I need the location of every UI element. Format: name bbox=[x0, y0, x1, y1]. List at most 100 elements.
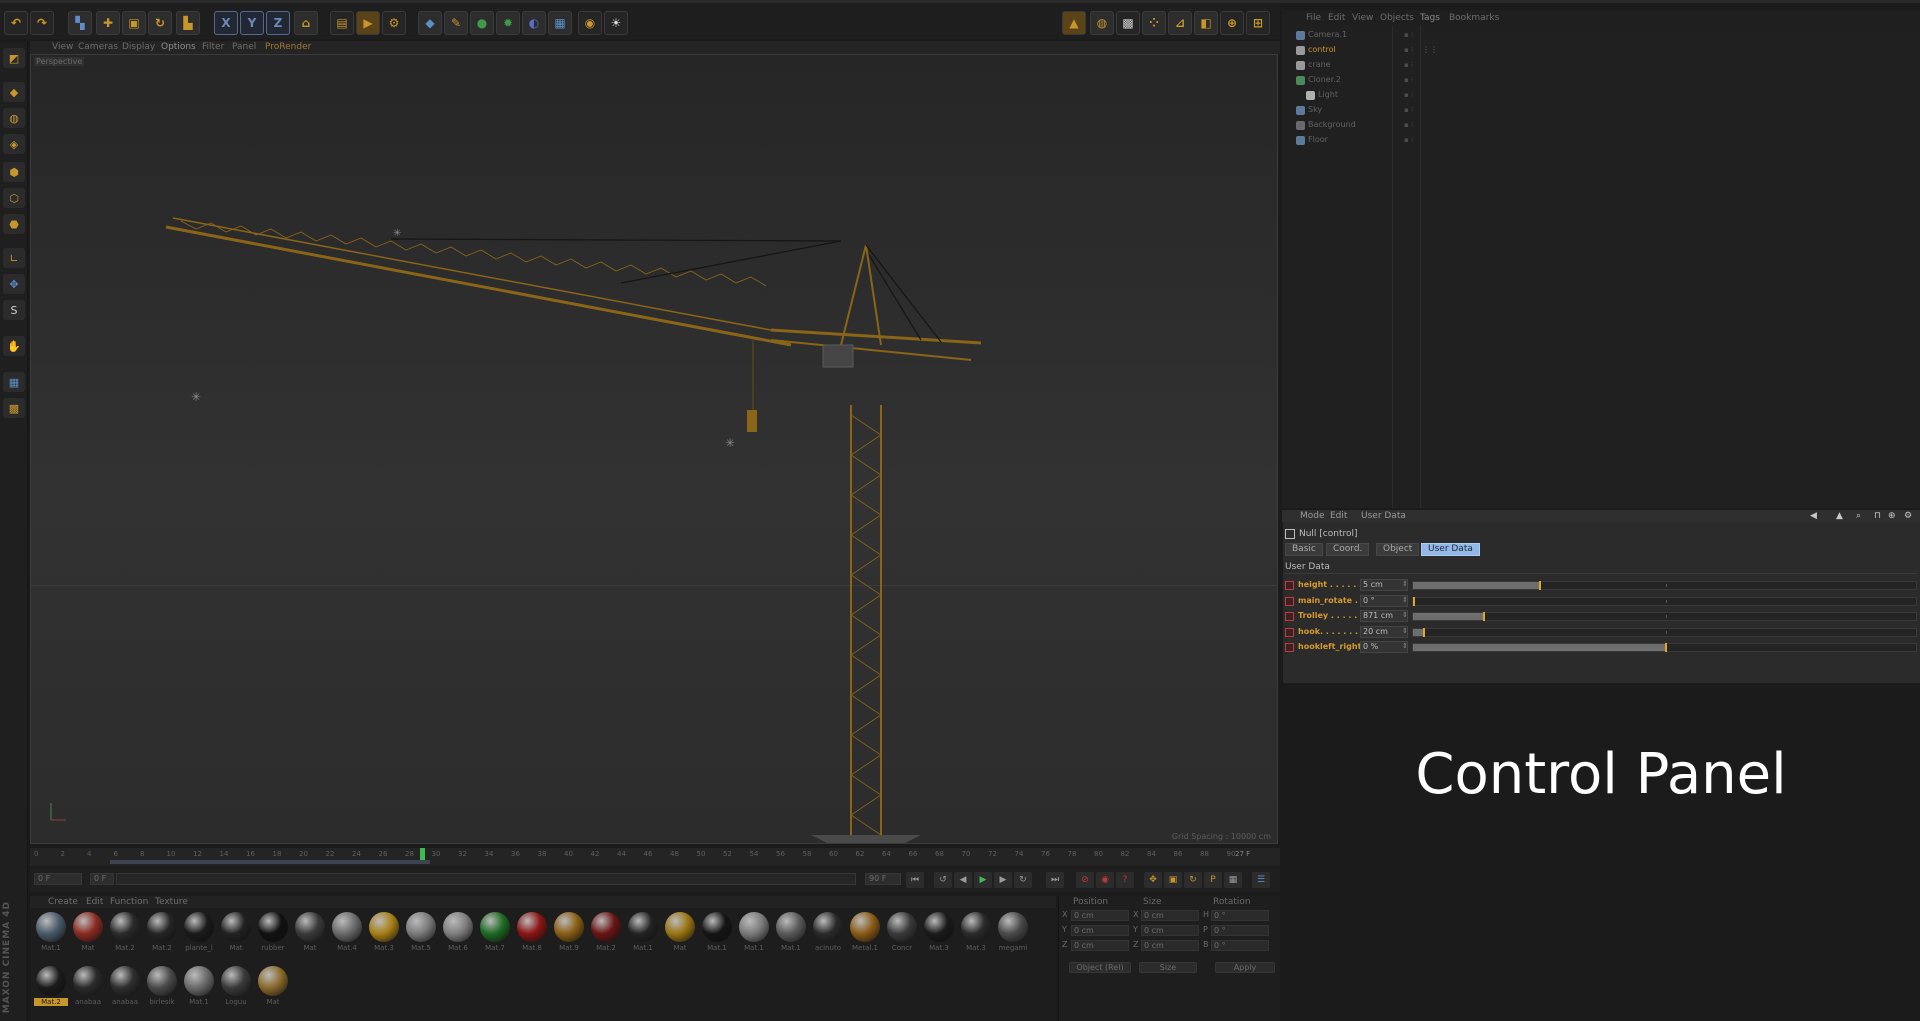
live-selection-icon[interactable]: ▚ bbox=[68, 11, 92, 35]
next-frame-icon[interactable]: ▶ bbox=[994, 872, 1012, 888]
slider-handle[interactable] bbox=[1413, 596, 1415, 606]
object-name[interactable]: Camera.1 bbox=[1308, 30, 1347, 39]
rotation-field[interactable]: 0 ° bbox=[1211, 940, 1269, 951]
autokey-icon[interactable]: ◉ bbox=[1096, 872, 1114, 888]
material-swatch[interactable]: Metal.1 bbox=[848, 912, 882, 958]
material-menu-texture[interactable]: Texture bbox=[155, 897, 188, 907]
apply-button[interactable]: Apply bbox=[1215, 962, 1275, 973]
prev-key-icon[interactable]: ↺ bbox=[934, 872, 952, 888]
object-name[interactable]: Sky bbox=[1308, 105, 1322, 114]
object-row[interactable]: Floor ▪ ⁝ bbox=[1294, 133, 1920, 147]
animate-parameter-icon[interactable] bbox=[1285, 596, 1294, 606]
search-icon[interactable]: ⌕ bbox=[1856, 511, 1861, 521]
user-data-value-field[interactable]: 0 ° bbox=[1360, 594, 1408, 607]
om-menu-objects[interactable]: Objects bbox=[1380, 13, 1414, 23]
record-icon[interactable]: ⊘ bbox=[1076, 872, 1094, 888]
tab-basic[interactable]: Basic bbox=[1285, 543, 1323, 556]
min-frame-field[interactable]: 0 F bbox=[90, 873, 114, 885]
lock-workplane-icon[interactable]: ▦ bbox=[3, 372, 25, 392]
preview-range-bar[interactable] bbox=[110, 860, 430, 864]
visibility-toggle-icon[interactable]: ▪ ⁝ bbox=[1404, 76, 1413, 84]
am-menu-user-data[interactable]: User Data bbox=[1361, 511, 1406, 521]
next-key-icon[interactable]: ↻ bbox=[1014, 872, 1032, 888]
am-menu-mode[interactable]: Mode bbox=[1300, 511, 1325, 521]
viewport-menu-view[interactable]: View bbox=[52, 42, 73, 52]
visibility-toggle-icon[interactable]: ▪ ⁝ bbox=[1404, 31, 1413, 39]
viewport-menu-filter[interactable]: Filter bbox=[202, 42, 224, 52]
om-menu-tags[interactable]: Tags bbox=[1420, 13, 1440, 23]
lock-icon[interactable]: ⊓ bbox=[1874, 511, 1881, 521]
tab-user-data[interactable]: User Data bbox=[1421, 543, 1480, 556]
material-swatch[interactable]: Mat.1 bbox=[774, 912, 808, 958]
z-axis-lock-button[interactable]: Z bbox=[266, 11, 290, 35]
object-name[interactable]: crane bbox=[1308, 60, 1331, 69]
user-data-value-field[interactable]: 20 cm bbox=[1360, 625, 1408, 638]
goto-end-icon[interactable]: ⏭ bbox=[1046, 872, 1064, 888]
material-swatch[interactable]: Mat.4 bbox=[330, 912, 364, 958]
material-swatch[interactable]: Mat.1 bbox=[700, 912, 734, 958]
coordinate-system-icon[interactable]: ⌂ bbox=[294, 11, 318, 35]
material-swatch[interactable]: Mat bbox=[71, 912, 105, 958]
rotate-tool-icon[interactable]: ↻ bbox=[148, 11, 172, 35]
prev-frame-icon[interactable]: ◀ bbox=[954, 872, 972, 888]
tweak-icon[interactable]: ✥ bbox=[3, 274, 25, 294]
texture-axis-icon[interactable]: ◍ bbox=[3, 108, 25, 128]
workplane-mode-icon[interactable]: ◈ bbox=[3, 134, 25, 154]
user-data-slider[interactable] bbox=[1412, 643, 1917, 652]
model-mode-icon[interactable]: ◆ bbox=[3, 82, 25, 102]
om-menu-edit[interactable]: Edit bbox=[1328, 13, 1345, 23]
slider-handle[interactable] bbox=[1423, 627, 1425, 637]
keyframe-selection-icon[interactable]: ? bbox=[1116, 872, 1134, 888]
edges-mode-icon[interactable]: ⊿ bbox=[1168, 11, 1192, 35]
slider-handle[interactable] bbox=[1539, 581, 1541, 590]
rotation-field[interactable]: 0 ° bbox=[1211, 925, 1269, 936]
material-menu-function[interactable]: Function bbox=[110, 897, 148, 907]
viewport-menu-cameras[interactable]: Cameras bbox=[78, 42, 118, 52]
points-mode-icon[interactable]: ⁘ bbox=[1142, 11, 1166, 35]
material-swatch[interactable]: anabaa bbox=[71, 966, 105, 1012]
visibility-toggle-icon[interactable]: ▪ ⁝ bbox=[1404, 106, 1413, 114]
make-editable-icon[interactable]: ◩ bbox=[3, 48, 25, 68]
tab-coord[interactable]: Coord. bbox=[1326, 543, 1370, 556]
snap-icon[interactable]: ⊕ bbox=[1220, 11, 1244, 35]
material-swatch[interactable]: Mat.1 bbox=[182, 966, 216, 1012]
viewport-menu-display[interactable]: Display bbox=[122, 42, 155, 52]
viewport-menu-options[interactable]: Options bbox=[161, 42, 196, 52]
edit-mode-model-icon[interactable]: ▲ bbox=[1062, 11, 1086, 35]
om-menu-bookmarks[interactable]: Bookmarks bbox=[1449, 13, 1499, 23]
object-row[interactable]: Camera.1 ▪ ⁝ bbox=[1294, 28, 1920, 42]
up-arrow-icon[interactable]: ▲ bbox=[1836, 511, 1843, 521]
animate-parameter-icon[interactable] bbox=[1285, 612, 1294, 621]
visibility-toggle-icon[interactable]: ▪ ⁝ bbox=[1404, 61, 1413, 69]
visibility-toggle-icon[interactable]: ▪ ⁝ bbox=[1404, 121, 1413, 129]
recent-tool-icon[interactable]: ▙ bbox=[176, 11, 200, 35]
om-menu-file[interactable]: File bbox=[1306, 13, 1321, 23]
workplane-icon[interactable]: ⊞ bbox=[1246, 11, 1270, 35]
material-swatch[interactable]: Mat.2 bbox=[145, 912, 179, 958]
material-swatch[interactable]: Mat.9 bbox=[552, 912, 586, 958]
material-swatch[interactable]: Mat.1 bbox=[34, 912, 68, 958]
slider-handle[interactable] bbox=[1665, 643, 1667, 652]
visibility-toggle-icon[interactable]: ▪ ⁝ bbox=[1404, 46, 1413, 54]
polygons-mode-icon[interactable]: ◧ bbox=[1194, 11, 1218, 35]
polygons-icon[interactable]: ⬣ bbox=[3, 214, 25, 234]
object-row[interactable]: control ▪ ⁝ ⋮⋮ bbox=[1294, 43, 1920, 57]
object-list-divider[interactable] bbox=[1420, 26, 1421, 508]
array-icon[interactable]: ✹ bbox=[496, 11, 520, 35]
start-frame-field[interactable]: 0 F bbox=[34, 873, 82, 885]
material-swatch[interactable]: Mat bbox=[293, 912, 327, 958]
material-swatch[interactable]: rubber bbox=[256, 912, 290, 958]
settings-icon[interactable]: ⚙ bbox=[1904, 511, 1912, 521]
size-field[interactable]: 0 cm bbox=[1141, 910, 1199, 921]
object-name[interactable]: control bbox=[1308, 45, 1336, 54]
material-swatch[interactable]: Mat.2 bbox=[589, 912, 623, 958]
material-swatch[interactable]: Mat.1 bbox=[626, 912, 660, 958]
material-swatch[interactable]: Mat.7 bbox=[478, 912, 512, 958]
material-swatch[interactable]: Concr bbox=[885, 912, 919, 958]
value-stepper-icon[interactable]: ⇕ bbox=[1402, 580, 1408, 588]
texture-mode-icon[interactable]: ◍ bbox=[1090, 11, 1114, 35]
current-frame-marker[interactable] bbox=[420, 848, 425, 860]
material-swatch[interactable]: acinuto bbox=[811, 912, 845, 958]
perspective-viewport[interactable]: Perspective ✳ ✳ ✳ Grid Spacing: 10000 c… bbox=[30, 54, 1278, 844]
material-swatch[interactable]: Mat.8 bbox=[515, 912, 549, 958]
